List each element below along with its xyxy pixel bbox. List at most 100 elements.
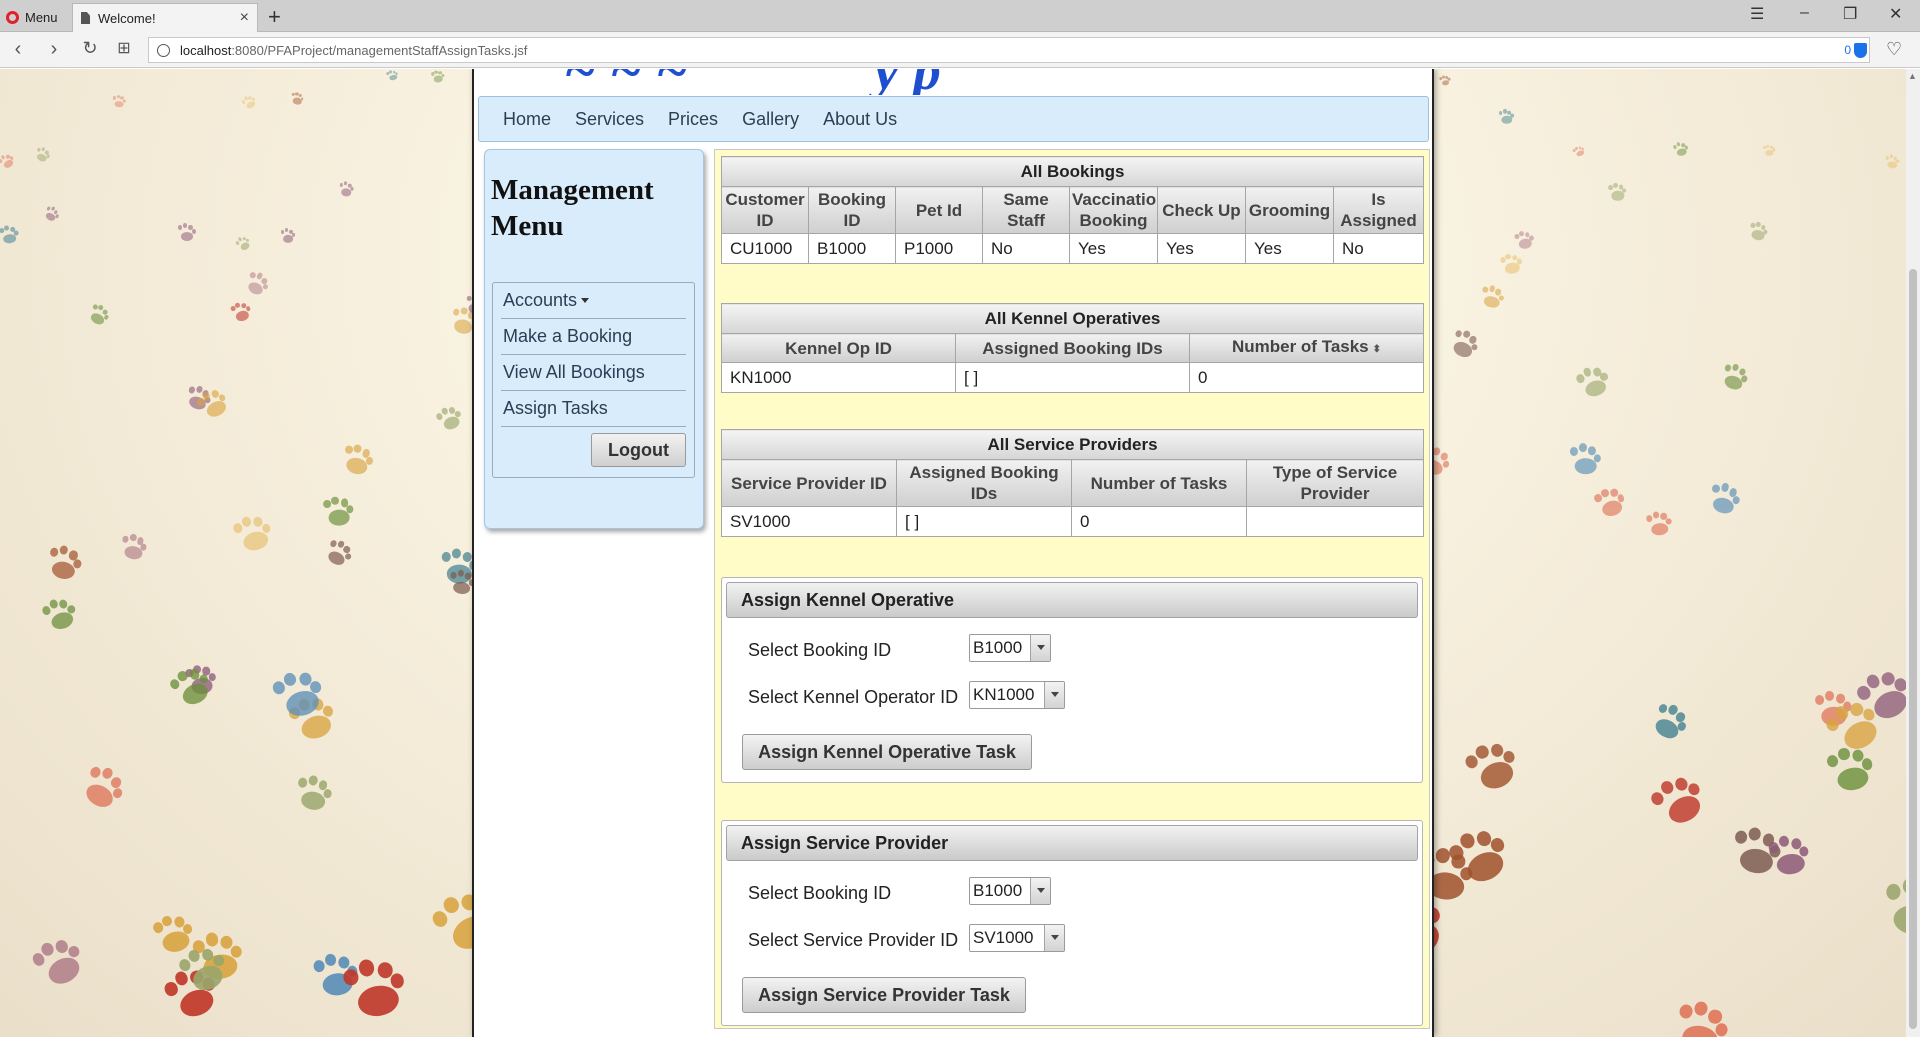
paw-pad <box>128 534 137 543</box>
paw-pad <box>389 972 406 990</box>
paw-pad <box>1518 230 1525 237</box>
sidebar-item-label: Accounts <box>503 290 578 310</box>
table-cell: B1000 <box>808 233 896 264</box>
dropdown-arrow-icon[interactable] <box>1044 682 1064 708</box>
paw-pad <box>1652 511 1660 519</box>
select-kennel-operator-label: Select Kennel Operator ID <box>748 687 959 707</box>
caret-down-icon <box>581 298 590 303</box>
paw-pad <box>343 181 348 186</box>
sidebar-item-assign-tasks[interactable]: Assign Tasks <box>501 391 686 427</box>
paw-pad <box>241 515 253 528</box>
paw-pad <box>442 414 462 432</box>
paw-pad <box>1435 847 1450 864</box>
nav-gallery[interactable]: Gallery <box>742 109 799 130</box>
close-window-icon[interactable]: ✕ <box>1889 4 1902 24</box>
service-providers-table: All Service Providers Service Provider I… <box>720 429 1425 537</box>
table-cell: 0 <box>1189 362 1424 393</box>
kennel-ops-header-row: Kennel Op ID Assigned Booking IDs Number… <box>721 333 1424 363</box>
paw-pad <box>1593 453 1601 462</box>
logout-button[interactable]: Logout <box>591 433 686 467</box>
bookings-table: All Bookings Customer ID Booking ID Pet … <box>720 156 1425 264</box>
select-value: KN1000 <box>973 685 1035 704</box>
ad-block-shield-icon[interactable] <box>1854 43 1867 58</box>
bookmark-heart-icon[interactable]: ♡ <box>1886 39 1902 60</box>
column-header: Booking ID <box>808 186 896 234</box>
paw-pad <box>1663 789 1705 828</box>
paw-pad <box>121 535 129 544</box>
browser-tab[interactable]: Welcome! × <box>72 3 258 32</box>
service-provider-select[interactable]: SV1000 <box>969 924 1065 952</box>
sidebar-item-make-booking[interactable]: Make a Booking <box>501 319 686 355</box>
paw-pad <box>3 225 9 232</box>
scrollbar-thumb[interactable] <box>1909 269 1917 1029</box>
service-booking-select[interactable]: B1000 <box>969 877 1051 905</box>
table-row[interactable]: KN1000 [ ] 0 <box>721 362 1424 393</box>
paw-pad <box>262 282 270 291</box>
assign-kennel-task-button[interactable]: Assign Kennel Operative Task <box>742 734 1032 770</box>
tab-menu-icon[interactable]: ☰ <box>1750 4 1764 24</box>
paw-pad <box>176 984 218 1021</box>
select-value: B1000 <box>973 881 1023 900</box>
paw-pad <box>191 229 196 234</box>
paw-pad <box>1621 187 1627 193</box>
dropdown-arrow-icon[interactable] <box>1030 878 1050 904</box>
management-sidebar: Management Menu Accounts Make a Booking … <box>484 149 704 529</box>
url-path: :8080/PFAProject/managementStaffAssignTa… <box>231 42 528 58</box>
speed-dial-icon[interactable]: ⊞ <box>112 38 136 58</box>
table-row[interactable]: CU1000 B1000 P1000 No Yes Yes Yes No <box>721 233 1425 264</box>
paw-pad <box>244 99 256 110</box>
nav-about-us[interactable]: About Us <box>823 109 897 130</box>
paw-pad <box>35 152 48 163</box>
page-scrollbar[interactable]: ▲ <box>1906 69 1920 1037</box>
new-tab-button[interactable]: + <box>268 4 281 30</box>
column-header: Vaccination Booking <box>1069 186 1158 234</box>
paw-pad <box>43 953 84 989</box>
table-cell: [ ] <box>955 362 1190 393</box>
service-providers-table-wrapper: All Service Providers Service Provider I… <box>720 429 1425 537</box>
paw-pad <box>329 538 338 548</box>
table-cell: 0 <box>1071 506 1247 537</box>
back-icon[interactable]: ‹ <box>6 38 30 61</box>
kennel-booking-select[interactable]: B1000 <box>969 634 1051 662</box>
paw-pad <box>1665 518 1672 525</box>
paw-pad <box>1837 747 1851 762</box>
table-row[interactable]: SV1000 [ ] 0 <box>721 506 1425 537</box>
nav-home[interactable]: Home <box>503 109 551 130</box>
browser-menu-label: Menu <box>25 9 58 25</box>
paw-pad <box>324 953 337 967</box>
table-cell: Yes <box>1069 233 1158 264</box>
column-header-label: Number of Tasks <box>1231 337 1369 356</box>
paw-pad <box>1587 446 1596 456</box>
sidebar-item-accounts[interactable]: Accounts <box>501 283 686 319</box>
paw-pad <box>1777 835 1789 848</box>
paw-pad <box>161 914 174 928</box>
dropdown-arrow-icon[interactable] <box>1030 635 1050 661</box>
sidebar-item-view-bookings[interactable]: View All Bookings <box>501 355 686 391</box>
paw-pad <box>204 932 219 948</box>
kennel-ops-table: All Kennel Operatives Kennel Op ID Assig… <box>721 303 1424 393</box>
page-viewport: ~ ~ ~ y p Home Services Prices Gallery A… <box>0 69 1906 1037</box>
nav-prices[interactable]: Prices <box>668 109 718 130</box>
bookings-header-row: Customer ID Booking ID Pet Id Same Staff… <box>721 186 1425 234</box>
assign-service-task-button[interactable]: Assign Service Provider Task <box>742 977 1026 1013</box>
reload-icon[interactable]: ↻ <box>78 38 102 59</box>
paw-pad <box>208 672 216 682</box>
nav-services[interactable]: Services <box>575 109 644 130</box>
restore-icon[interactable]: ❐ <box>1843 4 1857 24</box>
forward-icon[interactable]: › <box>42 38 66 61</box>
site-banner: ~ ~ ~ y p <box>474 69 1432 95</box>
url-field[interactable]: localhost :8080/PFAProject/managementSta… <box>148 37 1870 63</box>
dropdown-arrow-icon[interactable] <box>1044 925 1064 951</box>
sortable-column-header[interactable]: Number of Tasks ⬍ <box>1189 333 1424 363</box>
assign-kennel-panel-title: Assign Kennel Operative <box>726 582 1418 618</box>
paw-pad <box>66 603 76 614</box>
paw-pad <box>1723 363 1733 373</box>
close-tab-icon[interactable]: × <box>240 9 249 27</box>
kennel-operator-select[interactable]: KN1000 <box>969 681 1065 709</box>
paw-pad <box>308 775 319 787</box>
opera-logo-icon <box>6 10 19 24</box>
scroll-up-icon[interactable]: ▲ <box>1908 71 1917 81</box>
browser-menu-button[interactable]: Menu <box>6 6 58 28</box>
sort-icon[interactable]: ⬍ <box>1373 344 1381 355</box>
minimize-icon[interactable]: – <box>1800 4 1809 22</box>
